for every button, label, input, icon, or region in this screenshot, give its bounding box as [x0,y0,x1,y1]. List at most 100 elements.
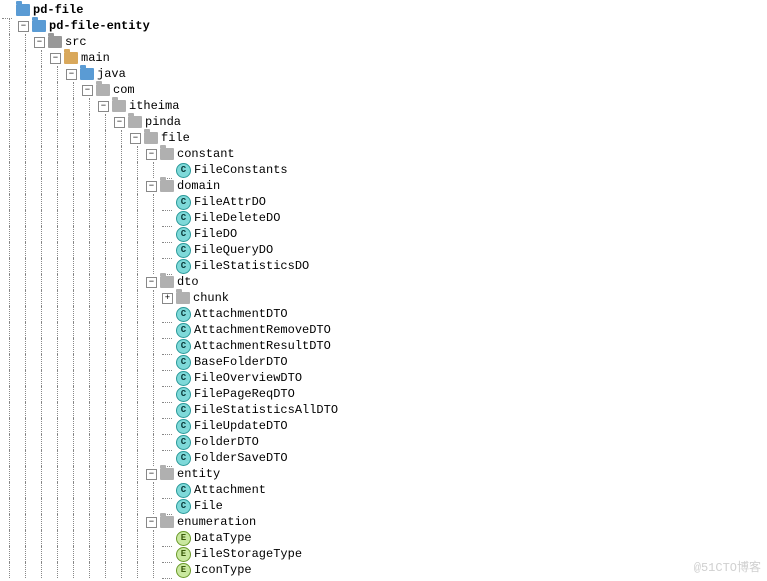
node-label: IconType [194,562,252,578]
node-label: pd-file [33,2,83,18]
node-label: domain [177,178,220,194]
node-label: AttachmentResultDTO [194,338,331,354]
package-icon [160,516,174,528]
tree-node[interactable]: CFolderDTO [2,434,767,450]
node-label: java [97,66,126,82]
tree-node[interactable]: CFolderSaveDTO [2,450,767,466]
class-icon: C [176,435,191,450]
collapse-icon[interactable]: − [18,21,29,32]
tree-node[interactable]: + chunk [2,290,767,306]
node-label: FolderDTO [194,434,259,450]
node-label: FolderSaveDTO [194,450,288,466]
class-icon: C [176,163,191,178]
tree-node[interactable]: − domain [2,178,767,194]
tree-node[interactable]: − java [2,66,767,82]
tree-node[interactable]: CFilePageReqDTO [2,386,767,402]
tree-node[interactable]: −src [2,34,767,50]
collapse-icon[interactable]: − [66,69,77,80]
node-label: chunk [193,290,229,306]
collapse-icon[interactable]: − [82,85,93,96]
tree-node[interactable]: − constant [2,146,767,162]
collapse-icon[interactable]: − [130,133,141,144]
tree-node[interactable]: CAttachmentRemoveDTO [2,322,767,338]
class-icon: C [176,227,191,242]
tree-node[interactable]: CBaseFolderDTO [2,354,767,370]
tree-node[interactable]: CFileQueryDO [2,242,767,258]
node-label: FileQueryDO [194,242,273,258]
folder-icon [80,68,94,80]
package-icon [160,468,174,480]
node-label: File [194,498,223,514]
package-icon [160,180,174,192]
tree-node[interactable]: CAttachmentDTO [2,306,767,322]
node-label: dto [177,274,199,290]
node-label: Attachment [194,482,266,498]
class-icon: C [176,259,191,274]
tree-node[interactable]: CAttachment [2,482,767,498]
node-label: FileAttrDO [194,194,266,210]
tree-node[interactable]: − enumeration [2,514,767,530]
class-icon: C [176,419,191,434]
node-label: AttachmentDTO [194,306,288,322]
collapse-icon[interactable]: − [146,517,157,528]
package-icon [160,148,174,160]
tree-node[interactable]: CAttachmentResultDTO [2,338,767,354]
tree-node[interactable]: CFileDeleteDO [2,210,767,226]
tree-node[interactable]: −main [2,50,767,66]
folder-icon [48,36,62,48]
tree-node[interactable]: CFileConstants [2,162,767,178]
node-label: pd-file-entity [49,18,150,34]
tree-node[interactable]: − itheima [2,98,767,114]
tree-node[interactable]: EFileStorageType [2,546,767,562]
package-icon [144,132,158,144]
tree-node[interactable]: CFileUpdateDTO [2,418,767,434]
collapse-icon[interactable]: − [146,181,157,192]
collapse-icon[interactable]: − [98,101,109,112]
class-icon: C [176,355,191,370]
node-label: enumeration [177,514,256,530]
node-label: entity [177,466,220,482]
class-icon: C [176,499,191,514]
tree-node[interactable]: − entity [2,466,767,482]
node-label: FileStorageType [194,546,302,562]
tree-node[interactable]: pd-file [2,2,767,18]
folder-icon [64,52,78,64]
tree-node[interactable]: EIconType [2,562,767,578]
tree-node[interactable]: EDataType [2,530,767,546]
class-icon: C [176,307,191,322]
tree-node[interactable]: CFileOverviewDTO [2,370,767,386]
tree-node[interactable]: − pd-file-entity [2,18,767,34]
class-icon: C [176,323,191,338]
tree-node[interactable]: − dto [2,274,767,290]
collapse-icon[interactable]: − [34,37,45,48]
node-label: FileStatisticsAllDTO [194,402,338,418]
node-label: FileDO [194,226,237,242]
node-label: AttachmentRemoveDTO [194,322,331,338]
tree-node[interactable]: −com [2,82,767,98]
node-label: DataType [194,530,252,546]
node-label: constant [177,146,235,162]
tree-node[interactable]: CFile [2,498,767,514]
project-tree[interactable]: pd-file−pd-file-entity−src−main−java−com… [2,2,767,578]
expand-icon[interactable]: + [162,293,173,304]
node-label: BaseFolderDTO [194,354,288,370]
node-label: FilePageReqDTO [194,386,295,402]
class-icon: C [176,387,191,402]
tree-node[interactable]: CFileAttrDO [2,194,767,210]
collapse-icon[interactable]: − [146,149,157,160]
tree-node[interactable]: −pinda [2,114,767,130]
collapse-icon[interactable]: − [146,277,157,288]
tree-node[interactable]: CFileStatisticsAllDTO [2,402,767,418]
tree-node[interactable]: CFileStatisticsDO [2,258,767,274]
collapse-icon[interactable]: − [146,469,157,480]
tree-node[interactable]: −file [2,130,767,146]
collapse-icon[interactable]: − [114,117,125,128]
package-icon [96,84,110,96]
collapse-icon[interactable]: − [50,53,61,64]
tree-node[interactable]: CFileDO [2,226,767,242]
node-label: itheima [129,98,179,114]
folder-icon [16,4,30,16]
node-label: FileOverviewDTO [194,370,302,386]
node-label: FileConstants [194,162,288,178]
class-icon: C [176,483,191,498]
